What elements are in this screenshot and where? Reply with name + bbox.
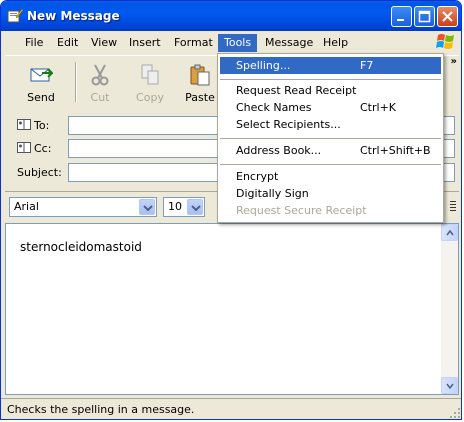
menu-separator: [220, 79, 441, 80]
menu-bar: File Edit View Insert Format Tools Messa…: [5, 32, 459, 54]
maximize-icon: [418, 10, 431, 23]
new-message-icon: [7, 8, 23, 23]
address-book-icon: [17, 142, 31, 153]
menu-item-label: Check Names: [236, 101, 312, 114]
scroll-up-icon: [446, 230, 454, 236]
menu-item-address-book[interactable]: Address Book... Ctrl+Shift+B: [220, 142, 441, 159]
menu-item-label: Address Book...: [236, 144, 322, 157]
menu-item-shortcut: F7: [360, 59, 374, 72]
to-label[interactable]: To:: [17, 119, 49, 132]
menu-item-label: Request Read Receipt: [236, 84, 357, 97]
menu-file[interactable]: File: [19, 34, 49, 52]
minimize-icon: [397, 19, 404, 21]
paste-icon: [190, 64, 210, 86]
copy-button[interactable]: Copy: [126, 60, 174, 106]
chevron-down-icon: [143, 205, 153, 211]
menu-item-label: Spelling...: [236, 59, 291, 72]
menu-item-check-names[interactable]: Check Names Ctrl+K: [220, 99, 441, 116]
menu-item-encrypt[interactable]: Encrypt: [220, 168, 441, 185]
send-label: Send: [27, 91, 55, 104]
font-value: Arial: [14, 200, 39, 213]
close-icon: [442, 11, 453, 22]
menu-item-label: Encrypt: [236, 170, 279, 183]
font-dropdown-button[interactable]: [139, 199, 155, 215]
maximize-button[interactable]: [414, 6, 435, 27]
menu-edit[interactable]: Edit: [51, 34, 84, 52]
menu-tools[interactable]: Tools: [218, 34, 258, 52]
format-bar-overflow-icon[interactable]: [450, 200, 456, 212]
tools-menu: Spelling... F7 Request Read Receipt Chec…: [217, 53, 444, 223]
scroll-up-button[interactable]: [441, 224, 458, 241]
copy-label: Copy: [136, 91, 164, 104]
resize-grip-icon[interactable]: [449, 407, 461, 419]
menu-separator: [220, 138, 441, 139]
chevron-down-icon: [191, 205, 201, 211]
menu-item-label: Request Secure Receipt: [236, 204, 367, 217]
vertical-scrollbar[interactable]: [441, 224, 458, 394]
menu-separator: [220, 164, 441, 165]
message-body[interactable]: sternocleidomastoid: [5, 223, 459, 395]
send-button[interactable]: Send: [17, 60, 65, 106]
status-bar: Checks the spelling in a message.: [1, 398, 461, 419]
menu-format[interactable]: Format: [168, 34, 219, 52]
menu-item-select-recipients[interactable]: Select Recipients...: [220, 116, 441, 133]
to-label-text: To:: [34, 119, 50, 132]
menu-item-request-secure-receipt: Request Secure Receipt: [220, 202, 441, 219]
status-text: Checks the spelling in a message.: [7, 403, 195, 416]
menu-item-shortcut: Ctrl+K: [360, 101, 397, 114]
menu-item-label: Select Recipients...: [236, 118, 341, 131]
address-book-icon: [17, 119, 31, 130]
menu-item-shortcut: Ctrl+Shift+B: [360, 144, 431, 157]
close-button[interactable]: [437, 6, 458, 27]
windows-logo-icon: [436, 34, 454, 49]
scissors-icon: [91, 64, 109, 86]
font-size-dropdown-button[interactable]: [187, 199, 203, 215]
menu-item-digitally-sign[interactable]: Digitally Sign: [220, 185, 441, 202]
minimize-button[interactable]: [391, 6, 412, 27]
window-title: New Message: [27, 9, 120, 23]
menu-item-spelling[interactable]: Spelling... F7: [220, 57, 441, 74]
copy-icon: [141, 64, 159, 85]
subject-label: Subject:: [17, 166, 62, 179]
cc-label-text: Cc:: [34, 142, 52, 155]
scroll-down-button[interactable]: [441, 377, 458, 394]
toolbar-chevron-icon[interactable]: »: [451, 56, 457, 67]
message-window: New Message File Edit View Insert Format…: [0, 0, 462, 420]
scroll-down-icon: [446, 383, 454, 389]
font-size-value: 10: [168, 200, 182, 213]
menu-view[interactable]: View: [85, 34, 123, 52]
font-select[interactable]: Arial: [9, 197, 157, 217]
menu-insert[interactable]: Insert: [123, 34, 167, 52]
menu-item-request-read-receipt[interactable]: Request Read Receipt: [220, 82, 441, 99]
title-bar[interactable]: New Message: [1, 1, 461, 31]
menu-message[interactable]: Message: [259, 34, 319, 52]
menu-item-label: Digitally Sign: [236, 187, 309, 200]
body-text: sternocleidomastoid: [20, 240, 142, 254]
cc-label[interactable]: Cc:: [17, 142, 51, 155]
cut-button[interactable]: Cut: [76, 60, 124, 106]
send-icon: [30, 68, 53, 82]
font-size-select[interactable]: 10: [163, 197, 205, 217]
cut-label: Cut: [90, 91, 110, 104]
menu-help[interactable]: Help: [317, 34, 354, 52]
